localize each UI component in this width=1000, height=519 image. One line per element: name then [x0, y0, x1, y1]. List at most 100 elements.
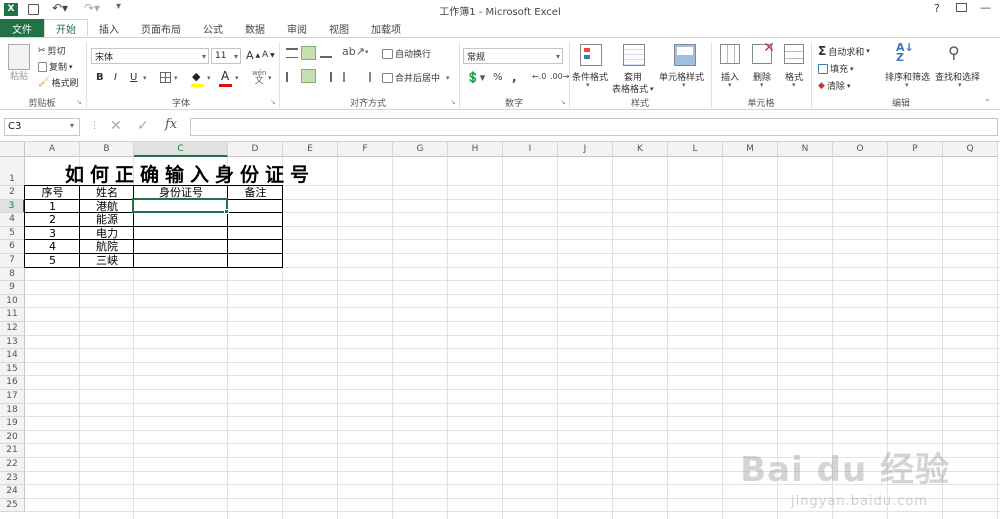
sort-dropdown-icon[interactable]: ▾ — [905, 81, 909, 89]
help-button[interactable]: ? — [934, 2, 940, 15]
table-cell[interactable]: 三峡 — [80, 254, 134, 268]
borders-icon[interactable] — [160, 72, 171, 83]
insert-cells-icon[interactable] — [720, 44, 740, 64]
bold-button[interactable]: B — [96, 72, 104, 83]
table-cell[interactable] — [228, 254, 283, 268]
table-cell[interactable]: 3 — [25, 227, 80, 241]
conditional-format-button[interactable]: 条件格式 — [572, 70, 608, 83]
underline-dropdown-icon[interactable]: ▾ — [143, 74, 147, 82]
table-cell[interactable]: 能源 — [80, 213, 134, 227]
row-header-10[interactable]: 10 — [0, 294, 25, 309]
name-box[interactable]: C3 — [4, 118, 80, 136]
format-painter-button[interactable]: 🖌 格式刷 — [38, 76, 78, 90]
confirm-entry-icon[interactable]: ✓ — [137, 118, 149, 134]
font-name-select[interactable]: 宋体 — [91, 48, 209, 64]
format-cells-icon[interactable] — [784, 44, 804, 64]
row-header-17[interactable]: 17 — [0, 390, 25, 404]
row-header-15[interactable]: 15 — [0, 362, 25, 377]
wrap-text-button[interactable]: 自动换行 — [382, 47, 431, 60]
underline-button[interactable]: U — [130, 72, 137, 83]
autosum-button[interactable]: Σ 自动求和 ▾ — [818, 44, 870, 58]
conditional-format-icon[interactable] — [580, 44, 602, 66]
align-left-icon[interactable] — [286, 72, 298, 82]
decrease-decimal-icon[interactable]: .00→ — [550, 72, 569, 81]
delete-cells-icon[interactable]: ✕ — [752, 40, 775, 64]
row-header-25[interactable]: 25 — [0, 498, 25, 513]
row-header-23[interactable]: 23 — [0, 471, 25, 486]
table-cell[interactable] — [228, 227, 283, 241]
align-top-icon[interactable] — [286, 48, 298, 58]
tab-formulas[interactable]: 公式 — [192, 19, 234, 37]
tab-data[interactable]: 数据 — [234, 19, 276, 37]
table-header-cell[interactable]: 备注 — [228, 186, 283, 200]
increase-decimal-icon[interactable]: ←.0 — [532, 72, 546, 81]
font-launcher-icon[interactable]: ↘ — [270, 98, 276, 106]
table-cell[interactable]: 5 — [25, 254, 80, 268]
insert-dropdown-icon[interactable]: ▾ — [728, 81, 732, 89]
alignment-launcher-icon[interactable]: ↘ — [450, 98, 456, 106]
column-header-j[interactable]: J — [558, 142, 613, 157]
comma-button[interactable]: , — [512, 70, 517, 84]
column-header-o[interactable]: O — [833, 142, 888, 157]
column-header-k[interactable]: K — [613, 142, 668, 157]
table-cell[interactable] — [228, 200, 283, 214]
ribbon-display-icon[interactable] — [956, 3, 967, 12]
column-header-a[interactable]: A — [25, 142, 80, 157]
column-header-p[interactable]: P — [888, 142, 943, 157]
column-header-c[interactable]: C — [134, 142, 228, 157]
fill-color-icon[interactable]: ◆ — [192, 70, 200, 83]
italic-button[interactable]: I — [114, 72, 117, 83]
find-dropdown-icon[interactable]: ▾ — [958, 81, 962, 89]
paste-icon[interactable] — [8, 44, 30, 70]
cell-styles-dropdown-icon[interactable]: ▾ — [682, 81, 686, 89]
fill-dropdown-icon[interactable]: ▾ — [207, 74, 211, 82]
phonetic-button[interactable]: wén 文 — [252, 69, 266, 86]
font-color-button[interactable]: A — [221, 69, 229, 83]
phonetic-dropdown-icon[interactable]: ▾ — [268, 74, 272, 82]
font-size-select[interactable]: 11 — [211, 48, 241, 64]
table-header-cell[interactable]: 序号 — [25, 186, 80, 200]
cell-styles-icon[interactable] — [674, 44, 696, 66]
formula-input[interactable] — [190, 118, 998, 136]
align-middle-icon[interactable] — [301, 46, 316, 60]
table-cell[interactable] — [228, 240, 283, 254]
table-cell[interactable] — [134, 240, 228, 254]
fill-button[interactable]: 填充 ▾ — [818, 62, 854, 75]
tab-addins[interactable]: 加载项 — [360, 19, 412, 37]
name-box-dropdown-icon[interactable]: ▾ — [70, 121, 74, 130]
format-dropdown-icon[interactable]: ▾ — [792, 81, 796, 89]
conditional-dropdown-icon[interactable]: ▾ — [586, 81, 590, 89]
align-bottom-icon[interactable] — [320, 48, 332, 58]
select-all-corner[interactable] — [0, 142, 25, 157]
grow-font-button[interactable]: A ▲ — [246, 49, 260, 62]
number-launcher-icon[interactable]: ↘ — [560, 98, 566, 106]
column-header-e[interactable]: E — [283, 142, 338, 157]
row-header-12[interactable]: 12 — [0, 322, 25, 336]
column-header-f[interactable]: F — [338, 142, 393, 157]
table-cell[interactable]: 4 — [25, 240, 80, 254]
column-header-m[interactable]: M — [723, 142, 778, 157]
row-header-21[interactable]: 21 — [0, 444, 25, 458]
column-header-d[interactable]: D — [228, 142, 283, 157]
worksheet-grid[interactable]: ABCDEFGHIJKLMNOPQ 1 2 3 4 5 6 7 8 9 10 11 12 13 14 15 1… — [0, 142, 1000, 519]
binoculars-icon[interactable]: ⚲ — [948, 43, 960, 62]
table-cell[interactable] — [134, 227, 228, 241]
collapse-ribbon-icon[interactable]: ⌃ — [984, 98, 991, 107]
row-header-20[interactable]: 20 — [0, 430, 25, 445]
tab-insert[interactable]: 插入 — [88, 19, 130, 37]
column-header-n[interactable]: N — [778, 142, 833, 157]
table-header-cell[interactable]: 姓名 — [80, 186, 134, 200]
table-cell[interactable]: 电力 — [80, 227, 134, 241]
row-header-2[interactable]: 2 — [0, 186, 25, 200]
table-cell[interactable] — [134, 254, 228, 268]
orientation-dropdown-icon[interactable]: ▾ — [365, 48, 369, 56]
align-right-icon[interactable] — [320, 72, 332, 82]
shrink-font-button[interactable]: A ▼ — [262, 50, 275, 60]
row-header-24[interactable]: 24 — [0, 485, 25, 499]
row-header-11[interactable]: 11 — [0, 308, 25, 322]
font-color-dropdown-icon[interactable]: ▾ — [235, 74, 239, 82]
cut-button[interactable]: ✂ 剪切 — [38, 44, 66, 58]
tab-home[interactable]: 开始 — [44, 19, 88, 37]
tab-page-layout[interactable]: 页面布局 — [130, 19, 192, 37]
clipboard-launcher-icon[interactable]: ↘ — [76, 98, 82, 106]
